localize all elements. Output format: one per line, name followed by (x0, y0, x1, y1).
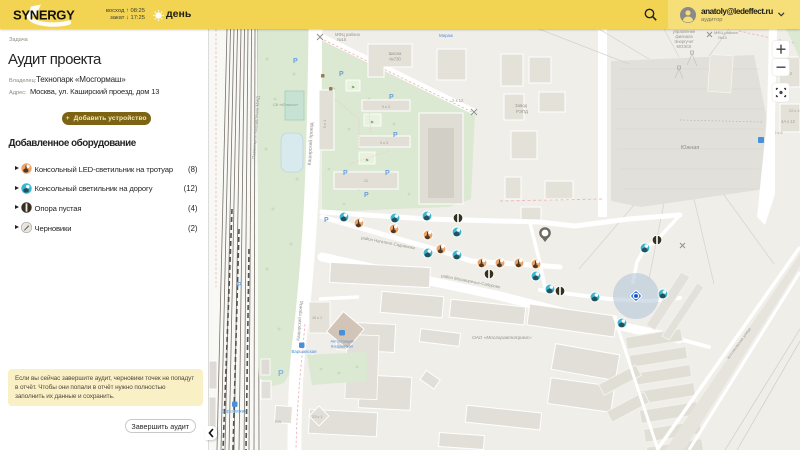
svg-text:22 к 4: 22 к 4 (789, 108, 800, 113)
svg-text:P: P (339, 71, 344, 78)
svg-text:23 к 1: 23 к 1 (312, 414, 323, 419)
svg-text:P: P (385, 170, 390, 177)
svg-text:P: P (343, 170, 348, 177)
svg-text:ОАО «Мосгоравтотранс»: ОАО «Мосгоравтотранс» (472, 335, 532, 341)
svg-text:Варшавская: Варшавская (331, 344, 353, 349)
svg-text:Южная: Южная (681, 145, 699, 151)
svg-text:Школа: Школа (389, 51, 402, 56)
svg-text:Мираж: Мираж (439, 33, 453, 38)
svg-text:P: P (364, 192, 369, 199)
svg-text:9 к 1: 9 к 1 (322, 119, 327, 128)
svg-text:Завод: Завод (515, 103, 528, 108)
svg-text:P: P (393, 132, 398, 139)
svg-text:№15: №15 (718, 35, 728, 40)
svg-text:4А к 12: 4А к 12 (781, 119, 796, 124)
svg-text:⚑: ⚑ (365, 158, 369, 163)
svg-text:Варшавская: Варшавская (291, 349, 317, 354)
svg-text:МОЭСК: МОЭСК (677, 44, 692, 49)
svg-text:⚑: ⚑ (370, 120, 374, 125)
svg-text:№15: №15 (337, 37, 347, 42)
svg-text:9 к 2: 9 к 2 (382, 104, 391, 109)
svg-text:2 к 12: 2 к 12 (452, 98, 464, 103)
svg-text:15 к 1: 15 к 1 (312, 316, 322, 320)
svg-text:P: P (293, 58, 298, 65)
svg-text:P: P (237, 282, 242, 289)
svg-text:P: P (389, 94, 394, 101)
svg-text:№730: №730 (389, 57, 401, 62)
svg-text:9 к 3: 9 к 3 (380, 140, 389, 145)
svg-text:SYNERGY: SYNERGY (13, 8, 75, 23)
svg-text:P: P (278, 368, 284, 378)
svg-text:СК «Юность»: СК «Юность» (273, 102, 299, 107)
svg-text:РЭПД: РЭПД (516, 109, 528, 114)
svg-text:P: P (324, 217, 329, 224)
svg-text:10А: 10А (274, 419, 281, 424)
svg-text:Варшавская: Варшавская (221, 409, 247, 414)
svg-text:⚑: ⚑ (351, 85, 355, 90)
